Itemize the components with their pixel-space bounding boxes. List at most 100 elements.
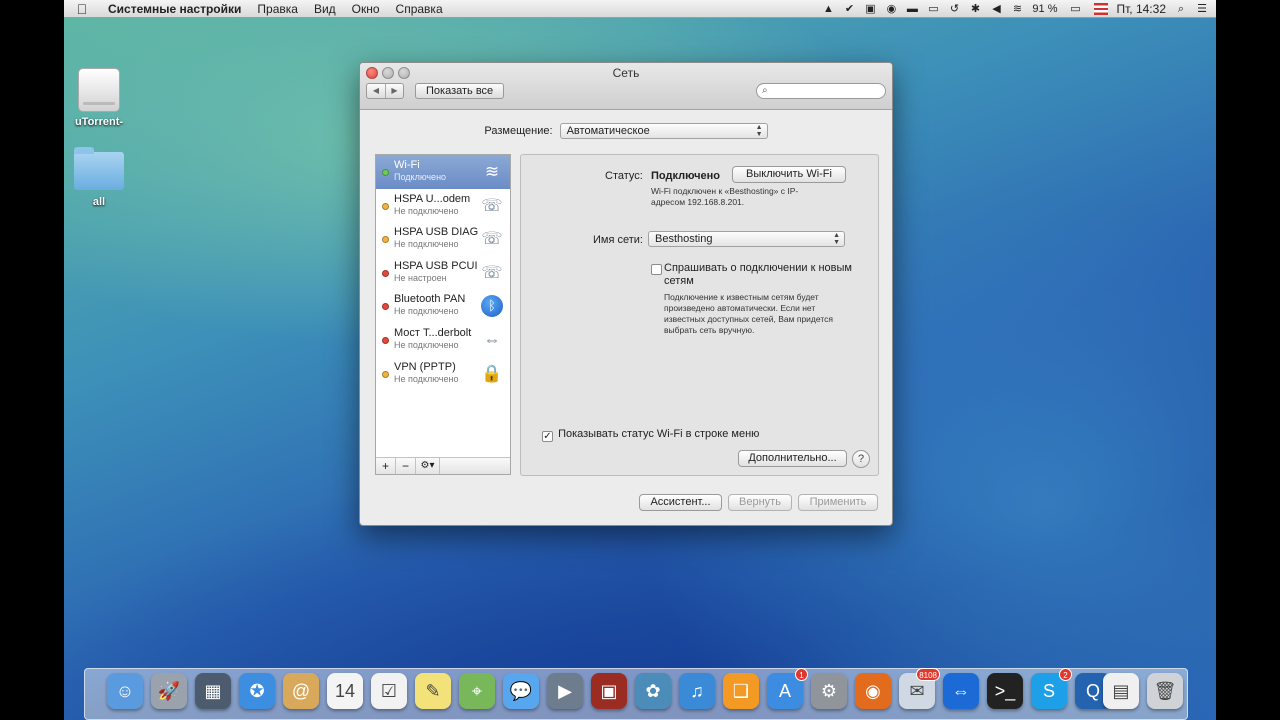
record-status-icon[interactable]: ◉ xyxy=(885,3,897,15)
turn-off-wifi-button[interactable]: Выключить Wi-Fi xyxy=(732,166,846,183)
notes-icon[interactable]: ✎ xyxy=(415,673,451,709)
popup-arrows-icon: ▲ ▼ xyxy=(833,232,840,246)
ask-to-join-checkbox-row[interactable] xyxy=(651,262,662,276)
back-forward-control: ◀ ▶ xyxy=(366,83,404,99)
maps-icon[interactable]: ⌖ xyxy=(459,673,495,709)
document-status-icon[interactable]: ▣ xyxy=(864,3,876,15)
ask-to-join-checkbox[interactable] xyxy=(651,264,662,275)
service-item[interactable]: Wi-Fi Подключено ≋ xyxy=(376,155,510,189)
menu-view[interactable]: Вид xyxy=(306,2,344,16)
reminders-icon[interactable]: ☑ xyxy=(371,673,407,709)
teamviewer-icon[interactable]: ⇔ xyxy=(943,673,979,709)
folder-icon xyxy=(74,147,124,190)
system-preferences-icon[interactable]: ⚙ xyxy=(811,673,847,709)
show-wifi-status-row[interactable]: ✓ Показывать статус Wi-Fi в строке меню xyxy=(542,428,759,442)
launchpad-icon[interactable]: 🚀 xyxy=(151,673,187,709)
finder-icon[interactable]: ☺ xyxy=(107,673,143,709)
wifi-detail-pane: Статус: Подключено Выключить Wi-Fi Wi-Fi… xyxy=(520,154,879,476)
desktop-item-utorrent[interactable]: uTorrent- xyxy=(64,68,134,128)
apple-menu-icon[interactable]:  xyxy=(64,1,100,17)
back-arrow-icon[interactable]: ◀ xyxy=(367,84,385,98)
us-flag-icon[interactable] xyxy=(1093,2,1108,15)
ask-to-join-label-line-2: сетям xyxy=(664,275,694,287)
network-preferences-window: Сеть ◀ ▶ Показать все ⌕ Размещение: Авто… xyxy=(359,62,893,526)
bluetooth-status-icon[interactable]: ✱ xyxy=(969,3,981,15)
revert-button[interactable]: Вернуть xyxy=(728,494,792,511)
drive-icon xyxy=(78,68,120,112)
menu-window[interactable]: Окно xyxy=(344,2,388,16)
service-actions-menu[interactable]: ⚙▾ xyxy=(416,458,440,474)
clock[interactable]: Пт, 14:32 xyxy=(1117,2,1167,16)
forward-arrow-icon[interactable]: ▶ xyxy=(385,84,403,98)
ask-to-join-label-line-1: Спрашивать о подключении к новым xyxy=(664,262,852,274)
menu-edit[interactable]: Правка xyxy=(249,2,306,16)
keyboard-status-icon[interactable]: ▬ xyxy=(906,3,918,15)
notification-center-icon[interactable]: ☰ xyxy=(1196,3,1208,15)
location-row: Размещение: Автоматическое ▲ ▼ xyxy=(360,123,892,139)
service-item[interactable]: Мост T...derbolt Не подключено ⇔ xyxy=(376,323,510,357)
display-status-icon[interactable]: ▭ xyxy=(927,3,939,15)
show-wifi-status-checkbox[interactable]: ✓ xyxy=(542,431,553,442)
desktop-item-label: uTorrent- xyxy=(74,116,124,128)
advanced-button[interactable]: Дополнительно... xyxy=(738,450,847,467)
google-drive-icon[interactable]: ▲ xyxy=(822,3,834,15)
service-list-toolbar: + − ⚙▾ xyxy=(376,457,510,474)
battery-percent[interactable]: 91 % xyxy=(1032,3,1057,15)
popup-arrows-icon: ▲ ▼ xyxy=(755,124,763,138)
skype-icon[interactable]: S2 xyxy=(1031,668,1072,709)
volume-icon[interactable]: ◀ xyxy=(990,3,1002,15)
network-name-label: Имя сети: xyxy=(593,234,643,246)
service-list: Wi-Fi Подключено ≋ HSPA U...odem Не подключе… xyxy=(375,154,511,475)
add-service-button[interactable]: + xyxy=(376,458,396,474)
assistant-button[interactable]: Ассистент... xyxy=(639,494,722,511)
service-item[interactable]: HSPA USB PCUI Не настроен ☏ xyxy=(376,256,510,290)
ask-to-join-desc-line-2: произведено автоматически. Если нет xyxy=(664,303,816,313)
window-title: Сеть xyxy=(612,66,640,80)
app-store-icon[interactable]: A1 xyxy=(767,668,808,709)
firefox-icon[interactable]: ◉ xyxy=(855,673,891,709)
terminal-icon[interactable]: >_ xyxy=(987,673,1023,709)
ask-to-join-desc-line-1: Подключение к известным сетям будет xyxy=(664,292,819,302)
document-icon[interactable]: ▤ xyxy=(1103,673,1139,709)
safari-icon[interactable]: ✪ xyxy=(239,673,275,709)
itunes-icon[interactable]: ♫ xyxy=(679,673,715,709)
network-name-popup[interactable]: Besthosting ▲ ▼ xyxy=(648,231,845,247)
menu-help[interactable]: Справка xyxy=(388,2,451,16)
wifi-status-icon[interactable]: ≋ xyxy=(1011,3,1023,15)
calendar-icon[interactable]: 14 xyxy=(327,673,363,709)
spotlight-icon[interactable]: ⌕ xyxy=(1175,3,1187,15)
status-label: Статус: xyxy=(605,170,643,182)
trash-icon[interactable]: 🗑 xyxy=(1147,673,1183,709)
show-all-button[interactable]: Показать все xyxy=(415,83,505,99)
mission-control-icon[interactable]: ▦ xyxy=(195,673,231,709)
menu-bar:  Системные настройки Правка Вид Окно Сп… xyxy=(64,0,1216,18)
ibooks-icon[interactable]: ❑ xyxy=(723,673,759,709)
search-field[interactable]: ⌕ xyxy=(756,83,886,99)
desktop-item-all[interactable]: all xyxy=(64,147,134,208)
service-item[interactable]: HSPA U...odem Не подключено ☏ xyxy=(376,189,510,223)
ask-to-join-label: Спрашивать о подключении к новым сетям xyxy=(664,262,852,288)
menu-app-name[interactable]: Системные настройки xyxy=(100,2,249,16)
location-popup[interactable]: Автоматическое ▲ ▼ xyxy=(559,123,768,139)
battery-icon[interactable]: ▭ xyxy=(1067,3,1085,15)
photo-booth-icon[interactable]: ▣ xyxy=(591,673,627,709)
status-description-line-1: Wi-Fi подключен к «Besthosting» с IP- xyxy=(651,186,799,196)
service-item[interactable]: VPN (PPTP) Не подключено 🔒 xyxy=(376,357,510,391)
help-button[interactable]: ? xyxy=(852,450,870,468)
service-item[interactable]: HSPA USB DIAG Не подключено ☏ xyxy=(376,222,510,256)
checkmark-status-icon[interactable]: ✔ xyxy=(843,3,855,15)
status-description-line-2: адресом 192.168.8.201. xyxy=(651,197,745,207)
network-name-value: Besthosting xyxy=(655,233,713,245)
messages-icon[interactable]: 💬 xyxy=(503,673,539,709)
apply-button[interactable]: Применить xyxy=(798,494,878,511)
contacts-icon[interactable]: @ xyxy=(283,673,319,709)
iphoto-icon[interactable]: ✿ xyxy=(635,673,671,709)
remove-service-button[interactable]: − xyxy=(396,458,416,474)
phone-icon: ☏ xyxy=(481,195,503,215)
mail-icon[interactable]: ✉ 8108 xyxy=(899,668,940,709)
time-machine-icon[interactable]: ↺ xyxy=(948,3,960,15)
status-dot-icon xyxy=(382,336,389,344)
location-value: Автоматическое xyxy=(566,125,650,137)
facetime-icon[interactable]: ▶ xyxy=(547,673,583,709)
service-item[interactable]: Bluetooth PAN Не подключено ᛒ xyxy=(376,289,510,323)
